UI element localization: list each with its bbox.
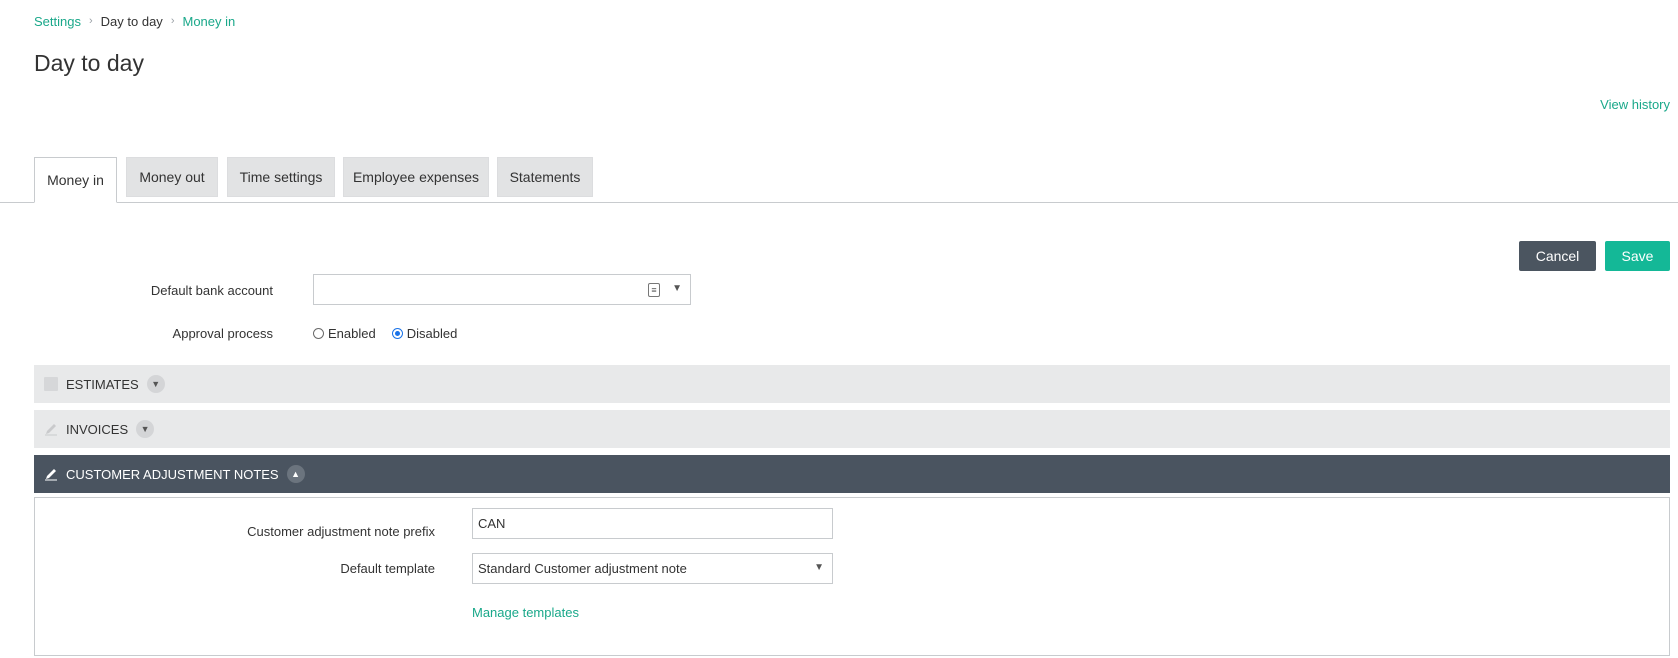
caret-down-icon[interactable]: ▼: [672, 283, 682, 294]
section-customer-adjustment-notes-title: CUSTOMER ADJUSTMENT NOTES: [66, 466, 279, 482]
default-template-select[interactable]: Standard Customer adjustment note ▼: [472, 553, 833, 584]
tab-money-out[interactable]: Money out: [126, 157, 218, 197]
adjustment-note-prefix-label: Customer adjustment note prefix: [247, 524, 435, 539]
pencil-icon: [44, 422, 58, 436]
page-title: Day to day: [34, 50, 144, 76]
default-template-value: Standard Customer adjustment note: [478, 561, 687, 576]
approval-disabled-label[interactable]: Disabled: [407, 326, 458, 341]
document-icon: [44, 377, 58, 391]
customer-adjustment-notes-panel: Customer adjustment note prefix Default …: [34, 497, 1670, 656]
caret-down-icon[interactable]: ▼: [814, 562, 824, 573]
save-button[interactable]: Save: [1605, 241, 1670, 271]
section-estimates-title: ESTIMATES: [66, 376, 139, 392]
tab-money-in[interactable]: Money in: [34, 157, 117, 203]
chevron-up-icon[interactable]: ▲: [286, 465, 305, 483]
cancel-button[interactable]: Cancel: [1519, 241, 1596, 271]
section-customer-adjustment-notes-header[interactable]: CUSTOMER ADJUSTMENT NOTES ▲: [34, 455, 1670, 493]
tab-time-settings[interactable]: Time settings: [227, 157, 335, 197]
view-history-link[interactable]: View history: [1600, 97, 1670, 112]
adjustment-note-prefix-input[interactable]: [472, 508, 833, 539]
section-invoices-header[interactable]: INVOICES ▼: [34, 410, 1670, 448]
tab-statements[interactable]: Statements: [497, 157, 593, 197]
chevron-right-icon: ›: [88, 15, 93, 27]
default-bank-account-select[interactable]: ≡ ▼: [313, 274, 691, 305]
approval-enabled-radio[interactable]: [313, 328, 324, 339]
chevron-down-icon[interactable]: ▼: [146, 375, 165, 393]
default-bank-account-label: Default bank account: [150, 283, 273, 298]
tab-bar: Money in Money out Time settings Employe…: [0, 157, 1678, 203]
default-template-label: Default template: [340, 561, 435, 576]
chevron-right-icon: ›: [170, 15, 175, 27]
manage-templates-link[interactable]: Manage templates: [472, 605, 579, 620]
breadcrumb-settings[interactable]: Settings: [34, 14, 81, 29]
approval-process-radio-group: Enabled Disabled: [313, 326, 473, 341]
breadcrumb-day-to-day: Day to day: [100, 13, 163, 29]
breadcrumb-money-in[interactable]: Money in: [182, 14, 235, 29]
approval-process-label: Approval process: [172, 326, 273, 341]
tab-employee-expenses[interactable]: Employee expenses: [343, 157, 489, 197]
breadcrumb: Settings › Day to day › Money in: [34, 12, 235, 30]
section-estimates-header[interactable]: ESTIMATES ▼: [34, 365, 1670, 403]
approval-enabled-label[interactable]: Enabled: [328, 326, 376, 341]
chevron-down-icon[interactable]: ▼: [136, 420, 155, 438]
approval-disabled-radio[interactable]: [391, 328, 403, 339]
pencil-icon: [44, 467, 58, 481]
section-invoices-title: INVOICES: [66, 421, 129, 437]
lookup-icon[interactable]: ≡: [648, 283, 660, 297]
